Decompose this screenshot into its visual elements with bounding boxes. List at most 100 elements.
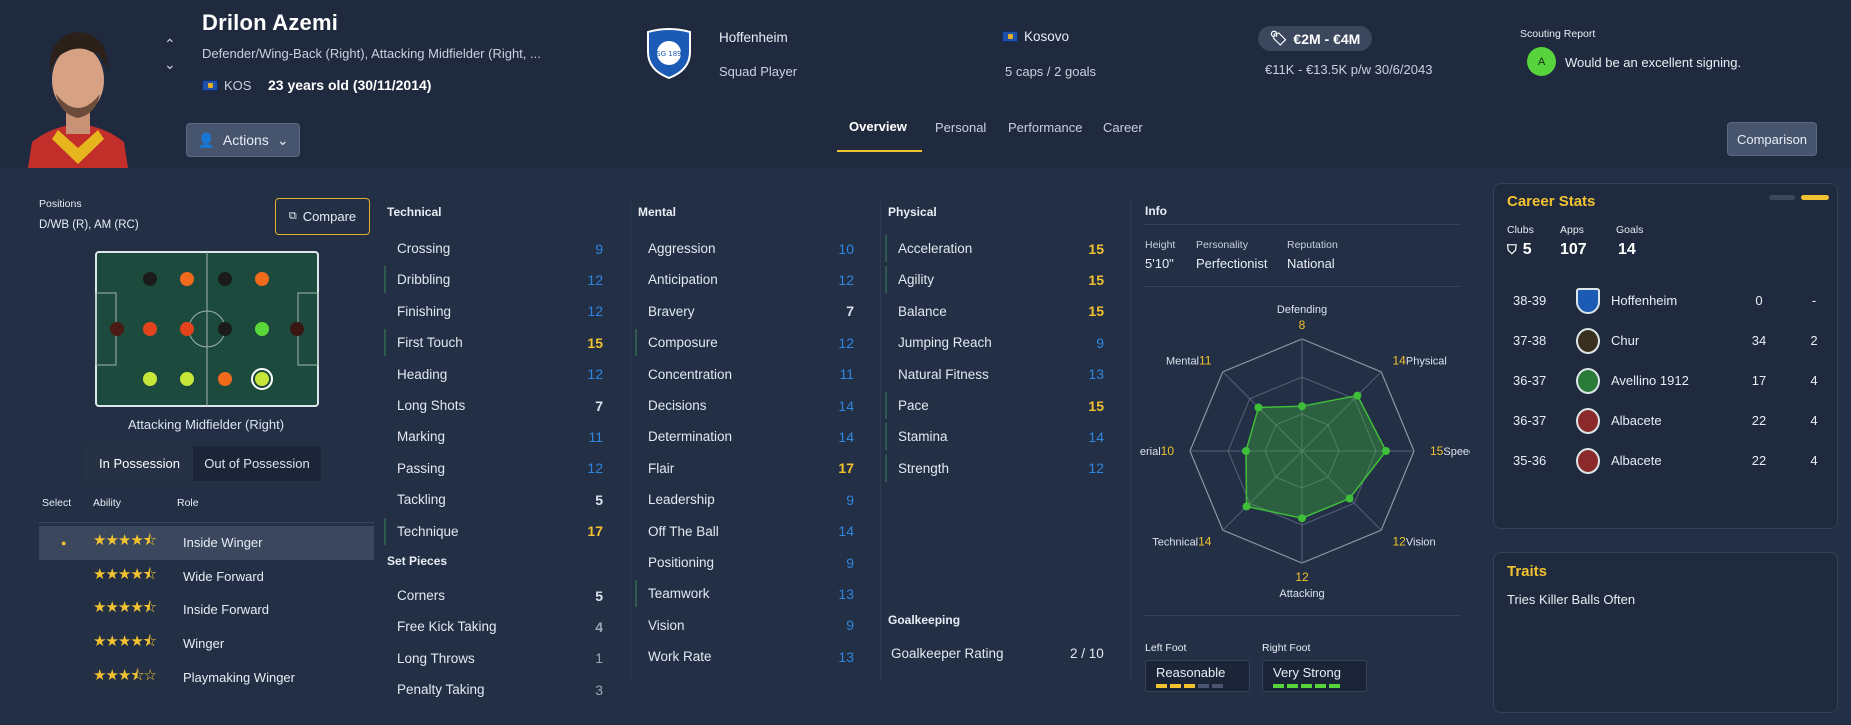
attribute-row[interactable]: Heading 12: [387, 359, 603, 390]
role-ability-stars: ★★★★⯪: [93, 599, 157, 617]
attribute-row[interactable]: First Touch 15: [387, 327, 603, 358]
attribute-row[interactable]: Leadership 9: [638, 484, 854, 515]
attribute-name: Teamwork: [648, 586, 710, 602]
info-title: Info: [1145, 204, 1167, 218]
role-row[interactable]: ★★★★⯪ Winger: [39, 627, 374, 661]
attribute-row[interactable]: Free Kick Taking 4: [387, 611, 603, 642]
attribute-value: 14: [838, 428, 854, 445]
attribute-row[interactable]: Corners 5: [387, 580, 603, 611]
tab-active-underline: [837, 150, 922, 152]
attribute-row[interactable]: Off The Ball 14: [638, 516, 854, 547]
attribute-row[interactable]: Passing 12: [387, 453, 603, 484]
radar-axis-label: 15Speed: [1430, 444, 1470, 458]
tab-overview[interactable]: Overview: [849, 119, 907, 134]
chevron-down-icon: ⌄: [276, 131, 289, 148]
scouting-text: Would be an excellent signing.: [1565, 55, 1742, 70]
attribute-name: Agility: [898, 272, 935, 288]
career-row[interactable]: 38-39 Hoffenheim 0 -: [1494, 282, 1839, 322]
attribute-value: 7: [846, 303, 854, 320]
attribute-row[interactable]: Vision 9: [638, 610, 854, 641]
attribute-value: 9: [846, 491, 854, 508]
positions-value: D/WB (R), AM (RC): [39, 219, 139, 231]
attribute-row[interactable]: Technique 17: [387, 516, 603, 547]
club-badge-icon: [1576, 288, 1600, 314]
attribute-row[interactable]: Stamina 14: [888, 421, 1104, 452]
career-row[interactable]: 36-37 Albacete 22 4: [1494, 402, 1839, 442]
career-row[interactable]: 36-37 Avellino 1912 17 4: [1494, 362, 1839, 402]
positions-label: Positions: [39, 198, 82, 210]
position-dot: [255, 372, 269, 386]
compare-button[interactable]: ⧉ Compare: [275, 198, 370, 235]
attribute-row[interactable]: Jumping Reach 9: [888, 327, 1104, 358]
attribute-row[interactable]: Tackling 5: [387, 484, 603, 515]
career-club: Avellino 1912: [1611, 373, 1689, 388]
attribute-value: 12: [587, 271, 603, 288]
attribute-name: Work Rate: [648, 649, 712, 665]
attribute-row[interactable]: Positioning 9: [638, 547, 854, 578]
key-attribute-marker: [635, 580, 637, 608]
attribute-row[interactable]: Flair 17: [638, 453, 854, 484]
attribute-row[interactable]: Composure 12: [638, 327, 854, 358]
pager-dot[interactable]: [1769, 195, 1795, 200]
role-row[interactable]: ★★★★⯪ Inside Forward: [39, 593, 374, 627]
attribute-row[interactable]: Anticipation 12: [638, 264, 854, 295]
attribute-row[interactable]: Teamwork 13: [638, 578, 854, 609]
radar-point: [1242, 502, 1251, 511]
attribute-row[interactable]: Determination 14: [638, 421, 854, 452]
attribute-row[interactable]: Natural Fitness 13: [888, 359, 1104, 390]
squad-status: Squad Player: [719, 64, 798, 79]
career-row[interactable]: 35-36 Albacete 22 4: [1494, 442, 1839, 482]
attribute-row[interactable]: Acceleration 15: [888, 233, 1104, 264]
career-row[interactable]: 37-38 Chur 34 2: [1494, 322, 1839, 362]
attribute-name: Composure: [648, 335, 718, 351]
pager-dot-active[interactable]: [1801, 195, 1829, 200]
attribute-value: 4: [595, 618, 603, 635]
in-possession-button[interactable]: In Possession: [86, 446, 193, 481]
attribute-row[interactable]: Agility 15: [888, 264, 1104, 295]
out-of-possession-button[interactable]: Out of Possession: [193, 446, 321, 481]
tab-career[interactable]: Career: [1103, 120, 1143, 135]
radar-axis-value: 14: [1393, 353, 1407, 367]
radar-axis-value: 8: [1299, 318, 1306, 332]
foot-meter-segment: [1156, 684, 1167, 688]
attribute-row[interactable]: Dribbling 12: [387, 264, 603, 295]
attribute-row[interactable]: Crossing 9: [387, 233, 603, 264]
actions-button[interactable]: 👤 Actions ⌄: [186, 123, 300, 157]
attribute-row[interactable]: Work Rate 13: [638, 641, 854, 672]
attribute-row[interactable]: Bravery 7: [638, 296, 854, 327]
attribute-name: Dribbling: [397, 272, 451, 288]
comparison-button[interactable]: Comparison: [1727, 122, 1817, 156]
attribute-row[interactable]: Penalty Taking 3: [387, 674, 603, 705]
mental-title: Mental: [638, 205, 677, 219]
attribute-row[interactable]: Balance 15: [888, 296, 1104, 327]
radar-point: [1353, 391, 1362, 400]
attribute-row[interactable]: Concentration 11: [638, 359, 854, 390]
club-badge-icon: [1576, 328, 1600, 354]
club-name[interactable]: Hoffenheim: [719, 30, 788, 45]
tab-performance[interactable]: Performance: [1008, 120, 1082, 135]
attribute-row[interactable]: Strength 12: [888, 453, 1104, 484]
next-player-icon[interactable]: ⌄: [164, 56, 176, 73]
role-row[interactable]: ● ★★★★⯪ Inside Winger: [39, 526, 374, 560]
tab-personal[interactable]: Personal: [935, 120, 986, 135]
role-row[interactable]: ★★★★⯪ Wide Forward: [39, 560, 374, 594]
nation-link[interactable]: Kosovo: [1002, 29, 1069, 44]
attribute-row[interactable]: Finishing 12: [387, 296, 603, 327]
attribute-row[interactable]: Decisions 14: [638, 390, 854, 421]
previous-player-icon[interactable]: ⌃: [164, 36, 176, 53]
scouting-title: Scouting Report: [1520, 28, 1596, 40]
attribute-row[interactable]: Long Throws 1: [387, 643, 603, 674]
attribute-row[interactable]: Aggression 10: [638, 233, 854, 264]
attribute-value: 5: [595, 587, 603, 604]
attribute-value: 1: [595, 650, 603, 667]
attribute-row[interactable]: Marking 11: [387, 421, 603, 452]
attribute-row[interactable]: Long Shots 7: [387, 390, 603, 421]
attribute-row[interactable]: Pace 15: [888, 390, 1104, 421]
role-row[interactable]: ★★★⯪☆ Playmaking Winger: [39, 660, 374, 694]
apps-label: Apps: [1560, 224, 1584, 236]
attribute-name: Natural Fitness: [898, 366, 989, 382]
career-apps: 0: [1755, 293, 1763, 308]
radar-axis-label: 12Vision: [1393, 535, 1436, 549]
pitch: [95, 251, 319, 412]
attribute-name: Flair: [648, 460, 675, 476]
